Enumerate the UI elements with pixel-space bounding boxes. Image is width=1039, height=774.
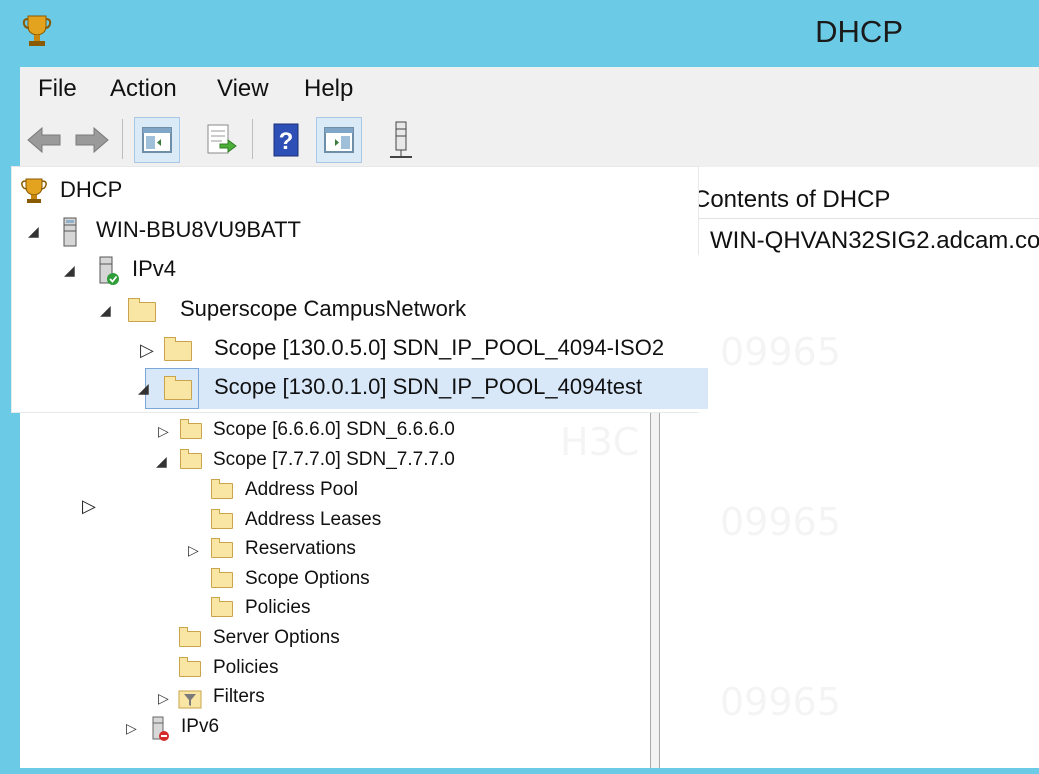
menu-help[interactable]: Help [304, 75, 353, 103]
watermark: 09965 [720, 330, 841, 374]
policies-icon [179, 657, 201, 677]
address-pool-icon [211, 479, 233, 499]
toolbar-separator [122, 119, 123, 159]
collapse-arrow-icon[interactable]: ◢ [156, 453, 167, 470]
menu-action[interactable]: Action [110, 75, 177, 103]
console-tree-icon [142, 127, 172, 153]
folder-icon [164, 376, 192, 400]
export-list-icon [207, 124, 237, 154]
forward-button[interactable] [68, 117, 114, 163]
watermark: 09965 [720, 500, 841, 544]
svg-text:?: ? [279, 128, 294, 155]
title-bar: DHCP [0, 0, 1039, 67]
results-list-item[interactable]: WIN-QHVAN32SIG2.adcam.co [710, 227, 1039, 255]
folder-icon [180, 449, 202, 469]
toolbar: ? [20, 111, 1039, 168]
filter-icon [178, 690, 202, 709]
export-list-button[interactable] [198, 117, 244, 163]
help-button[interactable]: ? [264, 117, 310, 163]
watermark: H3C [560, 420, 639, 464]
folder-icon [164, 337, 192, 361]
folder-icon [180, 419, 202, 439]
menu-file[interactable]: File [38, 75, 77, 103]
collapse-arrow-icon[interactable]: ◢ [28, 223, 39, 240]
scope-options-icon [211, 568, 233, 588]
results-column-header[interactable]: Contents of DHCP [693, 186, 890, 214]
menu-bar: File Action View Help [20, 67, 1039, 111]
server-options-icon [179, 627, 201, 647]
collapse-arrow-icon[interactable]: ◢ [64, 262, 75, 279]
show-hide-action-pane-button[interactable] [316, 117, 362, 163]
collapse-arrow-icon[interactable]: ◢ [100, 302, 111, 319]
menu-view[interactable]: View [217, 75, 269, 103]
expand-arrow-icon[interactable]: ▷ [82, 496, 96, 517]
ipv4-server-icon [99, 256, 119, 285]
results-pane [660, 167, 1039, 768]
expand-arrow-icon[interactable]: ▷ [126, 720, 137, 737]
ipv6-server-icon [152, 716, 169, 741]
action-pane-icon [324, 127, 354, 153]
expand-arrow-icon[interactable]: ▷ [188, 542, 199, 559]
folder-icon [128, 298, 156, 322]
toolbar-separator [252, 119, 253, 159]
window-frame-bottom [0, 768, 1039, 774]
watermark: 09965 [720, 680, 841, 724]
server-status-icon [390, 121, 412, 158]
window-title: DHCP [815, 14, 903, 49]
address-leases-icon [211, 509, 233, 529]
server-status-button[interactable] [378, 117, 424, 163]
collapse-arrow-icon[interactable]: ◢ [138, 380, 149, 397]
dhcp-trophy-icon [21, 178, 47, 203]
reservations-icon [211, 538, 233, 558]
arrow-left-icon [27, 126, 61, 154]
show-hide-console-tree-button[interactable] [134, 117, 180, 163]
server-icon [63, 217, 77, 247]
header-divider [660, 218, 1039, 219]
expand-arrow-icon[interactable]: ▷ [158, 690, 169, 707]
expand-arrow-icon[interactable]: ▷ [158, 423, 169, 440]
policies-icon [211, 597, 233, 617]
arrow-right-icon [75, 126, 109, 154]
expand-arrow-icon[interactable]: ▷ [140, 340, 154, 361]
help-icon: ? [273, 123, 299, 157]
back-button[interactable] [22, 117, 68, 163]
